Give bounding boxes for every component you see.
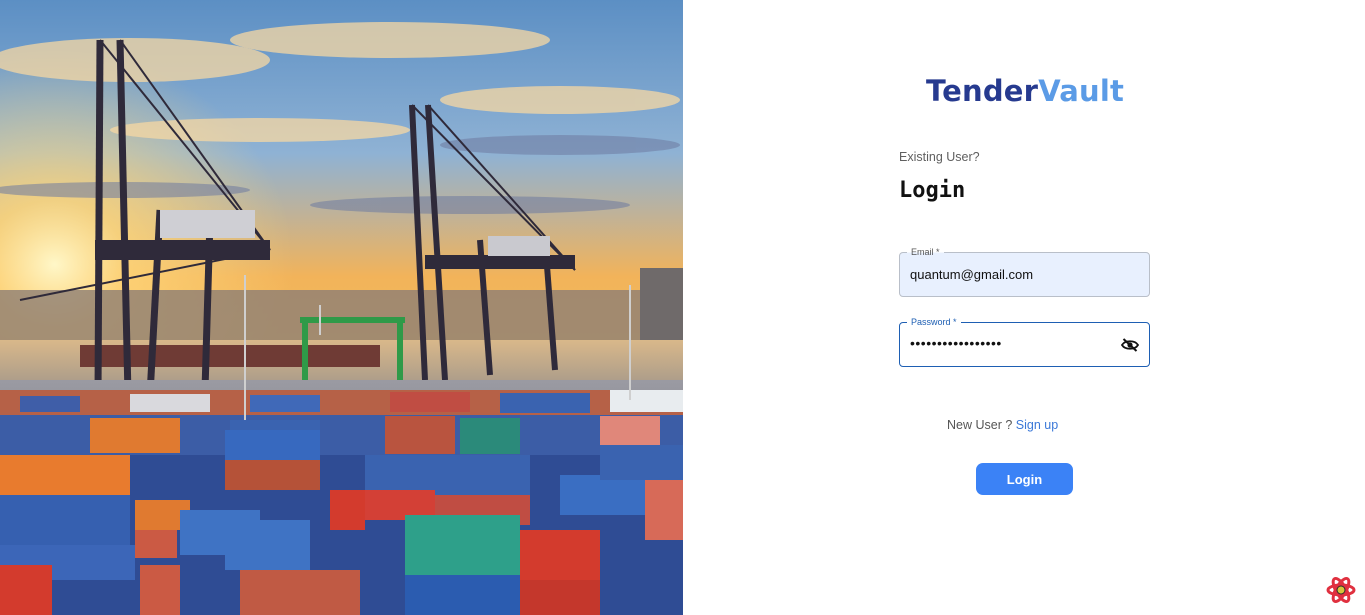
login-button[interactable]: Login [976, 463, 1073, 495]
login-heading: Login [899, 178, 966, 203]
brand-logo: TenderVault [926, 74, 1124, 108]
brand-part-tender: Tender [926, 74, 1039, 108]
react-logo-icon[interactable] [1325, 574, 1357, 606]
login-panel: TenderVault Existing User? Login Email *… [683, 0, 1365, 615]
email-field-label: Email * [907, 246, 944, 258]
password-field-label: Password * [907, 316, 961, 328]
eye-off-icon[interactable] [1120, 337, 1140, 353]
signup-link[interactable]: Sign up [1016, 418, 1058, 432]
brand-part-vault: Vault [1038, 74, 1125, 108]
signup-prompt-text: New User ? [947, 418, 1013, 432]
password-field-value[interactable]: ••••••••••••••••• [910, 335, 1002, 351]
hero-image-port-containers [0, 0, 683, 615]
email-field[interactable]: Email * quantum@gmail.com [899, 246, 1150, 297]
email-field-value[interactable]: quantum@gmail.com [910, 267, 1033, 282]
signup-prompt-row: New User ? Sign up [947, 418, 1058, 432]
password-field[interactable]: Password * ••••••••••••••••• [899, 316, 1150, 367]
existing-user-label: Existing User? [899, 150, 980, 164]
